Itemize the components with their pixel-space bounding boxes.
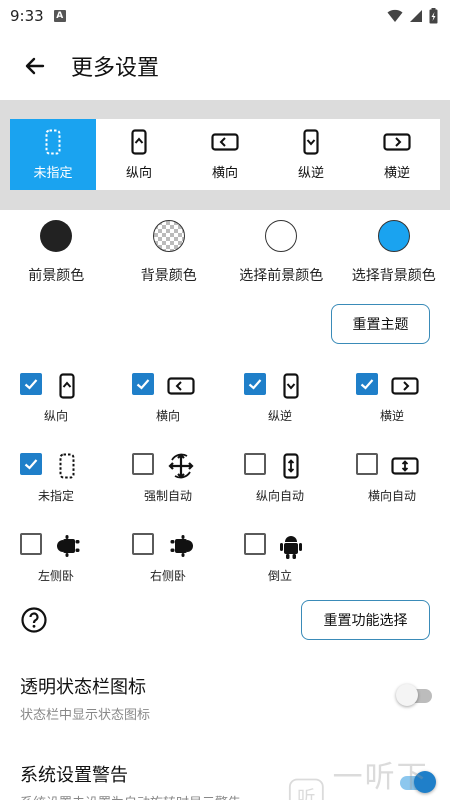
page-title: 更多设置	[71, 56, 160, 81]
checkbox[interactable]	[356, 453, 378, 475]
option-label: 横向自动	[367, 489, 416, 503]
option-label: 横向	[155, 409, 180, 423]
mode-label: 纵向	[125, 166, 152, 181]
status-bar: 9:33 A	[0, 0, 450, 32]
checkbox[interactable]	[132, 373, 154, 395]
color-label: 背景颜色	[140, 268, 197, 284]
android-left-icon	[54, 531, 84, 561]
option-label: 横逆	[379, 409, 404, 423]
checkbox[interactable]	[20, 453, 42, 475]
color-selected-foreground[interactable]: 选择前景颜色	[225, 218, 338, 285]
help-icon[interactable]	[21, 607, 47, 633]
option-lie-left: 左侧卧	[0, 533, 112, 603]
mode-reverse-portrait[interactable]: 纵逆	[268, 119, 354, 190]
landscape-phone-icon	[166, 371, 196, 401]
option-reverse-landscape: 横逆	[336, 373, 448, 443]
selected-foreground-swatch	[265, 220, 298, 252]
checkbox[interactable]	[356, 373, 378, 395]
option-landscape-auto: 横向自动	[336, 453, 448, 523]
setting-transparent-statusbar[interactable]: 透明状态栏图标 状态栏中显示状态图标	[20, 673, 430, 723]
force-rotate-icon	[166, 451, 196, 481]
option-force-auto: 强制自动	[112, 453, 224, 523]
selected-background-swatch	[377, 220, 410, 252]
reset-theme-button[interactable]: 重置主题	[331, 304, 430, 344]
portrait-phone-icon	[131, 128, 147, 156]
option-label: 纵逆	[267, 409, 292, 423]
checkbox[interactable]	[20, 373, 42, 395]
watermark-logo-icon: 听	[288, 778, 324, 800]
setting-subtitle: 状态栏中显示状态图标	[20, 708, 151, 723]
color-label: 前景颜色	[28, 268, 85, 284]
checkbox[interactable]	[20, 533, 42, 555]
watermark-text: 一听下载	[332, 760, 429, 795]
mode-label: 未指定	[33, 166, 73, 181]
notification-badge: A	[53, 10, 66, 22]
option-label: 左侧卧	[37, 569, 74, 583]
mode-label: 横向	[211, 166, 238, 181]
back-button[interactable]	[13, 44, 57, 88]
mode-label: 纵逆	[297, 166, 324, 181]
checkbox[interactable]	[244, 373, 266, 395]
option-label: 强制自动	[143, 489, 192, 503]
option-label: 右侧卧	[149, 569, 186, 583]
svg-text:听: 听	[297, 787, 315, 800]
checkbox[interactable]	[244, 533, 266, 555]
orientation-mode-strip: 未指定 纵向 横向 纵逆 横逆	[10, 119, 440, 190]
reverse-portrait-phone-icon	[278, 371, 304, 401]
mode-landscape[interactable]: 横向	[182, 119, 268, 190]
option-label: 纵向自动	[255, 489, 304, 503]
option-unspecified: 未指定	[0, 453, 112, 523]
color-background[interactable]: 背景颜色	[113, 218, 226, 285]
status-time: 9:33	[10, 7, 44, 25]
dotted-phone-icon	[45, 128, 61, 156]
android-upright-icon	[278, 531, 304, 561]
option-lie-right: 右侧卧	[112, 533, 224, 603]
option-label: 倒立	[267, 569, 292, 583]
option-upside-down: 倒立	[224, 533, 336, 603]
option-portrait: 纵向	[0, 373, 112, 443]
wifi-icon	[387, 9, 403, 22]
transparent-statusbar-toggle[interactable]	[396, 683, 436, 707]
foreground-swatch	[40, 220, 73, 252]
color-options: 前景颜色 背景颜色 选择前景颜色 选择背景颜色	[0, 218, 450, 285]
color-selected-background[interactable]: 选择背景颜色	[338, 218, 450, 285]
mode-label: 横逆	[383, 166, 410, 181]
android-right-icon	[166, 531, 196, 561]
landscape-phone-icon	[211, 128, 239, 156]
battery-icon	[429, 8, 438, 24]
setting-title: 透明状态栏图标	[20, 677, 146, 698]
option-label: 纵向	[43, 409, 68, 423]
portrait-auto-icon	[278, 451, 304, 481]
option-label: 未指定	[37, 489, 74, 503]
signal-icon	[410, 10, 422, 22]
orientation-mode-panel: 未指定 纵向 横向 纵逆 横逆	[0, 100, 450, 210]
color-foreground[interactable]: 前景颜色	[0, 218, 113, 285]
reverse-landscape-phone-icon	[390, 371, 420, 401]
landscape-auto-icon	[390, 451, 420, 481]
option-portrait-auto: 纵向自动	[224, 453, 336, 523]
reverse-landscape-phone-icon	[383, 128, 411, 156]
watermark: 听 一听下载	[288, 752, 450, 800]
option-landscape: 横向	[112, 373, 224, 443]
option-reverse-portrait: 纵逆	[224, 373, 336, 443]
dotted-phone-icon	[54, 451, 80, 481]
status-icons	[387, 8, 438, 24]
checkbox[interactable]	[132, 453, 154, 475]
reset-function-button[interactable]: 重置功能选择	[301, 600, 430, 640]
color-label: 选择背景颜色	[351, 268, 436, 284]
checkbox[interactable]	[244, 453, 266, 475]
background-swatch	[152, 220, 185, 252]
arrow-left-icon	[25, 57, 45, 75]
mode-unspecified[interactable]: 未指定	[10, 119, 96, 190]
portrait-phone-icon	[54, 371, 80, 401]
reverse-portrait-phone-icon	[303, 128, 319, 156]
color-label: 选择前景颜色	[239, 268, 324, 284]
mode-portrait[interactable]: 纵向	[96, 119, 182, 190]
app-bar: 更多设置	[0, 32, 450, 100]
mode-reverse-landscape[interactable]: 横逆	[354, 119, 440, 190]
checkbox[interactable]	[132, 533, 154, 555]
